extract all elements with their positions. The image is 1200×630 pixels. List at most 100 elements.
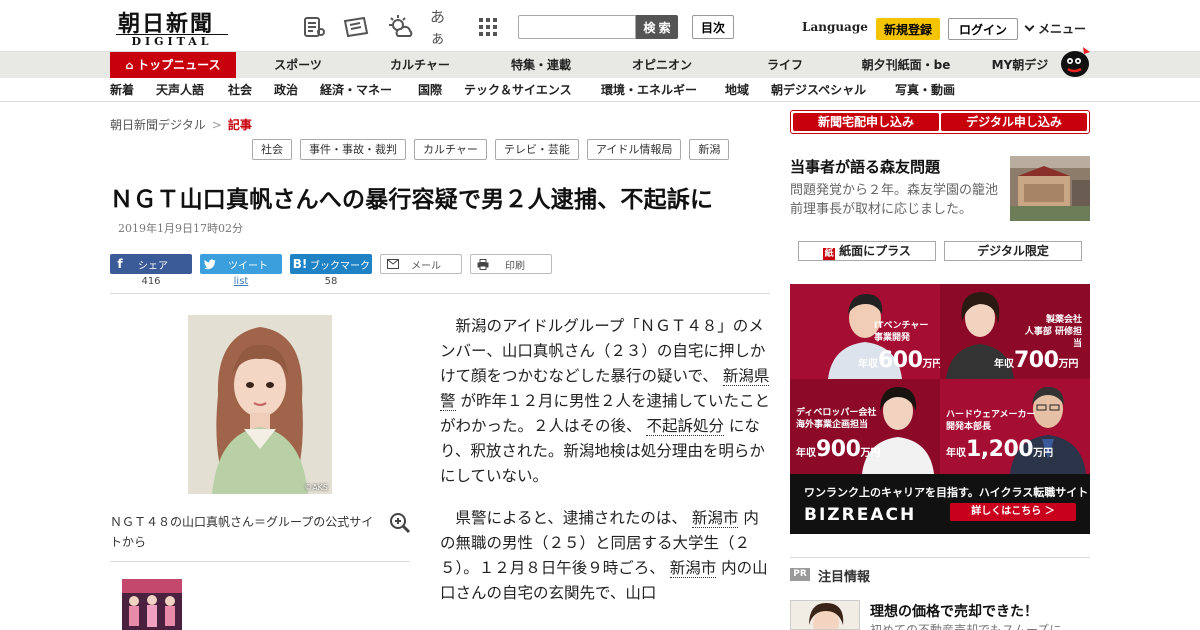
paper-icon[interactable]: [342, 14, 370, 40]
search-button[interactable]: 検 索: [636, 15, 678, 39]
register-button[interactable]: 新規登録: [876, 18, 940, 40]
zoom-icon[interactable]: [389, 512, 411, 534]
divider: [110, 293, 770, 294]
keyword-link[interactable]: 新潟市: [669, 559, 717, 578]
tag-item[interactable]: アイドル情報局: [586, 139, 682, 160]
ad-cta-button[interactable]: 詳しくはこちら ＞: [950, 503, 1076, 521]
article-body: 新潟のアイドルグループ「ＮＧＴ４８」のメンバー、山口真帆さん（２３）の自宅に押し…: [440, 314, 770, 623]
related-photo-thumbnail[interactable]: [122, 579, 182, 630]
tag-item[interactable]: 社会: [252, 139, 292, 160]
nav-paper[interactable]: 朝夕刊紙面・be: [851, 52, 961, 78]
tag-item[interactable]: 事件・事故・裁判: [300, 139, 406, 160]
tag-item[interactable]: 新潟: [689, 139, 730, 160]
divider: [110, 561, 410, 562]
breadcrumb-home[interactable]: 朝日新聞デジタル: [110, 118, 206, 132]
article-paragraph: 県警によると、逮捕されたのは、 新潟市 内の無職の男性（２５）と同居する大学生（…: [440, 509, 768, 602]
menu-button[interactable]: メニュー: [1024, 20, 1087, 37]
feature-title[interactable]: 当事者が語る森友問題: [790, 156, 940, 177]
keyword-link[interactable]: 新潟市: [691, 509, 739, 528]
subscribe-digital-button[interactable]: デジタル申し込み: [941, 113, 1087, 131]
ad-cell: ディベロッパー会社 海外事業企画担当 年収900万円: [790, 379, 940, 474]
hatena-bookmark-count: 58: [324, 276, 338, 287]
feature-image[interactable]: [1010, 156, 1090, 221]
menu-label: メニュー: [1038, 22, 1087, 36]
mail-icon: [381, 259, 405, 269]
nav-sports[interactable]: スポーツ: [256, 52, 340, 78]
nav-opinion[interactable]: オピニオン: [616, 52, 708, 78]
subnav-item[interactable]: 経済・マネー: [320, 78, 392, 102]
nav-culture[interactable]: カルチャー: [374, 52, 466, 78]
facebook-share-count: 416: [141, 276, 161, 287]
site-logo[interactable]: 朝日新聞 DIGITAL: [110, 6, 230, 48]
login-button[interactable]: ログイン: [948, 18, 1018, 40]
search-input[interactable]: [518, 15, 636, 39]
language-link[interactable]: Language: [802, 20, 868, 34]
subnav-item[interactable]: 政治: [274, 78, 298, 102]
mail-button[interactable]: メール: [380, 254, 462, 274]
subnav-item[interactable]: 新着: [110, 78, 134, 102]
twitter-icon: [200, 254, 220, 274]
pr-headline[interactable]: 理想の価格で売却できた！: [870, 601, 1038, 621]
breadcrumb-current: 記事: [227, 118, 252, 132]
pr-thumbnail[interactable]: [790, 600, 860, 630]
ad-cell: 製薬会社 人事部 研修担当 年収700万円: [940, 284, 1090, 379]
breadcrumb-separator: >: [211, 118, 222, 132]
article-paragraph: 新潟のアイドルグループ「ＮＧＴ４８」のメンバー、山口真帆さん（２３）の自宅に押し…: [440, 317, 770, 485]
pr-subtext[interactable]: 初めての不動産売却でもスムーズに: [870, 621, 1061, 630]
subnav-item[interactable]: 地域: [725, 78, 749, 102]
print-icon: [471, 258, 495, 270]
subnav-item[interactable]: テック＆サイエンス: [464, 78, 572, 102]
subnav-item[interactable]: 環境・エネルギー: [601, 78, 697, 102]
ad-salary: 年収1,200万円: [946, 437, 1054, 462]
weather-icon[interactable]: [386, 14, 414, 40]
print-button[interactable]: 印刷: [470, 254, 552, 274]
ad-job-title: ディベロッパー会社 海外事業企画担当: [796, 408, 877, 430]
pr-section-title: 注目情報: [818, 570, 871, 585]
tag-list: 社会 事件・事故・裁判 カルチャー テレビ・芸能 アイドル情報局 新潟: [252, 139, 730, 160]
home-icon: ⌂: [125, 59, 138, 72]
paper-plus-button[interactable]: 紙紙面にプラス: [798, 241, 936, 261]
pr-badge: PR: [790, 568, 810, 581]
ad-brand: BIZREACH: [804, 505, 917, 525]
tag-item[interactable]: カルチャー: [414, 139, 487, 160]
ad-salary: 年収900万円: [796, 437, 881, 462]
subnav-item[interactable]: 朝デジスペシャル: [771, 78, 866, 102]
breadcrumb: 朝日新聞デジタル > 記事: [110, 116, 252, 133]
subnav-item[interactable]: 国際: [418, 78, 442, 102]
ad-footer: ワンランク上のキャリアを目指す。ハイクラス転職サイト BIZREACH 詳しくは…: [790, 474, 1090, 534]
ad-cell: ハードウェアメーカー 開発本部長 年収1,200万円: [940, 379, 1090, 474]
ad-job-title: ハードウェアメーカー 開発本部長: [946, 410, 1036, 432]
logo-sub: DIGITAL: [116, 34, 228, 48]
ad-salary: 年収700万円: [994, 348, 1079, 373]
nav-top-news[interactable]: ⌂ トップニュース: [110, 52, 236, 78]
facebook-share-button[interactable]: f シェア: [110, 254, 192, 274]
article-photo[interactable]: ©AKS: [188, 315, 332, 494]
subnav-item[interactable]: 社会: [228, 78, 252, 102]
feature-text[interactable]: 問題発覚から２年。森友学園の籠池前理事長が取材に応じました。: [790, 181, 1004, 219]
ad-catchphrase: ワンランク上のキャリアを目指す。ハイクラス転職サイト: [804, 486, 1089, 499]
twitter-list-link[interactable]: list: [200, 276, 282, 287]
bizreach-ad[interactable]: ITベンチャー 事業開発 年収600万円 製薬会社 人事部 研修担当 年収700万円…: [790, 284, 1090, 534]
grid-icon[interactable]: [474, 14, 502, 40]
divider: [790, 557, 1090, 558]
subscribe-paper-button[interactable]: 新聞宅配申し込み: [793, 113, 939, 131]
twitter-share-button[interactable]: ツイート: [200, 254, 282, 274]
nav-my-asahi[interactable]: MY朝デジ: [980, 52, 1060, 78]
subnav-item[interactable]: 天声人語: [156, 78, 204, 102]
nav-features[interactable]: 特集・連載: [495, 52, 587, 78]
news-icon[interactable]: [300, 14, 328, 40]
subscribe-box: 新聞宅配申し込み デジタル申し込み: [790, 110, 1090, 134]
chevron-down-icon: [1024, 21, 1035, 32]
hatena-bookmark-button[interactable]: B! ブックマーク: [290, 254, 372, 274]
keyword-link[interactable]: 不起訴処分: [646, 417, 724, 436]
photo-caption: ＮＧＴ４８の山口真帆さん＝グループの公式サイトから: [110, 515, 374, 549]
nav-life[interactable]: ライフ: [747, 52, 823, 78]
tag-item[interactable]: テレビ・芸能: [494, 139, 579, 160]
subnav-item[interactable]: 写真・動画: [895, 78, 955, 102]
toc-button[interactable]: 目次: [692, 15, 734, 39]
top-header: 朝日新聞 DIGITAL あぁ 検 索 目次 Language 新規登録 ログイ…: [0, 0, 1200, 52]
photo-credit: ©AKS: [304, 483, 328, 492]
font-size-icon[interactable]: あぁ: [430, 8, 458, 47]
digital-only-button[interactable]: デジタル限定: [944, 241, 1082, 261]
ad-job-title: ITベンチャー 事業開発: [874, 321, 929, 343]
